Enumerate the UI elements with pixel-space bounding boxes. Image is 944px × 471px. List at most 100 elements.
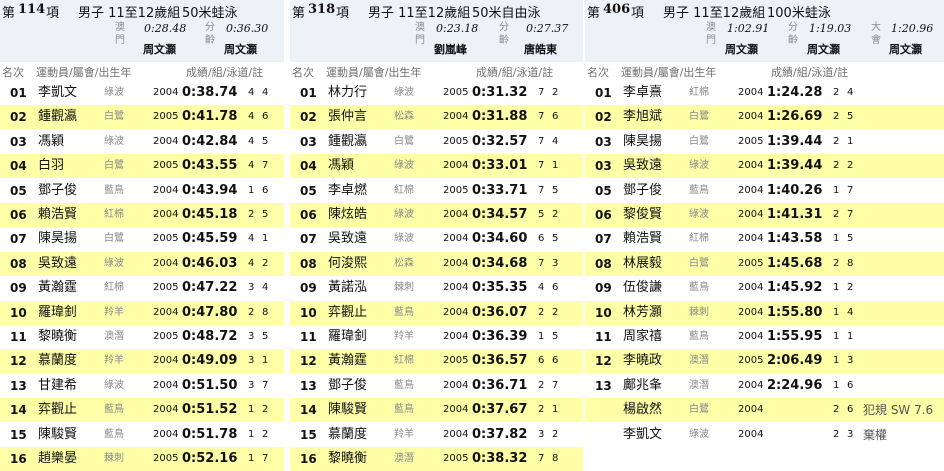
rank-cell: 03 [595,159,612,174]
result-time: 1:39.44 [767,158,823,174]
lane-number: 4 [847,87,854,98]
lane-number: 2 [552,209,559,220]
athlete-name: 陳駿賢 [328,402,368,418]
result-time: 0:48.72 [182,329,238,344]
birth-year: 2005 [153,233,179,245]
athlete-name: 吳致遠 [623,158,663,174]
result-time: 1:40.26 [767,182,823,198]
result-time: 0:45.59 [182,231,238,247]
heat-number: 2 [833,428,840,440]
result-time: 2:06.49 [767,353,823,369]
result-time: 0:43.94 [182,182,238,198]
result-time: 1:45.92 [767,280,823,296]
birth-year: 2004 [738,87,764,98]
athlete-name: 羅瑋釗 [328,329,368,344]
result-time: 0:31.88 [472,109,528,125]
event-suffix: 項 [46,6,60,21]
birth-year: 2004 [153,306,179,318]
lane-number: 2 [262,404,269,416]
lane-number: 2 [847,282,854,294]
record-label: 大會 [871,22,881,46]
heat-number: 1 [248,428,255,440]
athlete-name: 陳炫皓 [328,207,368,222]
athlete-name: 陳昊揚 [623,133,663,149]
result-time: 0:36.39 [472,329,528,344]
rank-cell: 14 [300,403,317,418]
record-holder: 周文灝 [224,43,257,56]
event-suffix: 項 [631,6,645,21]
result-time: 0:37.82 [472,426,528,442]
lane-number: 1 [552,160,559,172]
club-name: 白鷺 [104,111,124,123]
club-name: 澳潛 [689,379,709,391]
birth-year: 2004 [738,331,764,342]
result-time: 1:41.31 [767,207,823,222]
result-time: 1:45.68 [767,255,823,271]
club-name: 藍鳥 [104,404,124,416]
table-row: 07 吳致遠 綠波 2004 0:34.60 6 5 [290,227,583,252]
record-time: 0:36.30 [226,22,269,35]
heat-number: 1 [538,331,545,342]
athlete-name: 慕蘭度 [38,353,78,369]
club-name: 羚羊 [104,355,124,367]
rank-cell: 05 [10,183,27,198]
athlete-name: 楊啟然 [623,402,663,418]
table-row: 09 黃瀚霆 紅棉 2005 0:47.22 3 4 [0,276,284,301]
result-time: 0:36.07 [472,304,528,320]
rank-cell: 08 [595,256,612,271]
record-label: 分齡 [499,22,509,46]
athlete-name: 何浚熙 [328,255,368,271]
table-row: 02 張仲言 松森 2004 0:31.88 7 6 [290,105,583,130]
event-prefix: 第 [2,6,16,21]
lane-number: 1 [262,355,269,367]
table-row: 03 陳昊揚 白鷺 2005 1:39.44 2 1 [585,129,944,154]
lane-number: 2 [262,428,269,440]
heat-number: 1 [248,184,255,196]
event-panel-318: 第 318 項 男子 11至12歲組 50米自由泳 澳門 0:23.18 劉嵐峰… [290,0,583,471]
lane-number: 5 [847,111,854,123]
athlete-name: 陳昊揚 [38,231,78,247]
club-name: 羚羊 [394,331,414,342]
club-name: 松森 [394,111,414,123]
event-number: 318 [308,2,336,17]
record-holder: 周文灝 [807,43,840,56]
rank-cell: 09 [10,281,27,296]
table-row: 李凱文 綠波 2004 2 3 棄權 [585,422,944,447]
rank-cell: 01 [595,86,612,100]
event-prefix: 第 [587,6,601,21]
result-time: 0:33.01 [472,158,528,174]
rank-cell: 06 [300,208,317,222]
birth-year: 2004 [153,257,179,269]
result-time: 0:31.32 [472,85,528,100]
club-name: 藍鳥 [689,282,709,294]
lane-number: 2 [552,306,559,318]
lane-number: 2 [262,257,269,269]
lane-number: 4 [262,87,269,98]
table-row: 14 弈觀止 藍鳥 2004 0:51.52 1 2 [0,398,284,423]
club-name: 澳潛 [689,355,709,367]
record-holder: 劉嵐峰 [434,43,467,56]
heat-number: 2 [833,160,840,172]
record-label: 分齡 [205,22,215,46]
rank-cell: 12 [10,354,27,369]
athlete-name: 李卓燃 [328,182,368,198]
rank-cell: 13 [10,378,27,393]
table-row: 10 弈觀止 藍鳥 2004 0:36.07 2 2 [290,300,583,325]
club-name: 綠波 [394,87,414,98]
lane-number: 2 [847,160,854,172]
rank-cell: 03 [300,134,317,149]
club-name: 綠波 [104,257,124,269]
column-rank-header: 名次 [587,66,609,79]
rank-cell: 11 [595,330,612,344]
table-row: 03 鍾觀瀛 白鷺 2005 0:32.57 7 4 [290,129,583,154]
rank-cell: 02 [595,110,612,125]
lane-number: 3 [847,355,854,367]
birth-year: 2004 [443,233,469,245]
lane-number: 5 [552,331,559,342]
result-time: 0:41.78 [182,109,238,125]
record-time: 1:19.03 [809,22,852,35]
event-header: 第 406 項 男子 11至12歲組 100米蛙泳 澳門 1:02.91 周文灝… [585,0,944,62]
rank-cell: 05 [300,183,317,198]
rank-cell: 10 [595,305,612,320]
column-result-header: 成績/組/泳道/註 [771,66,849,79]
